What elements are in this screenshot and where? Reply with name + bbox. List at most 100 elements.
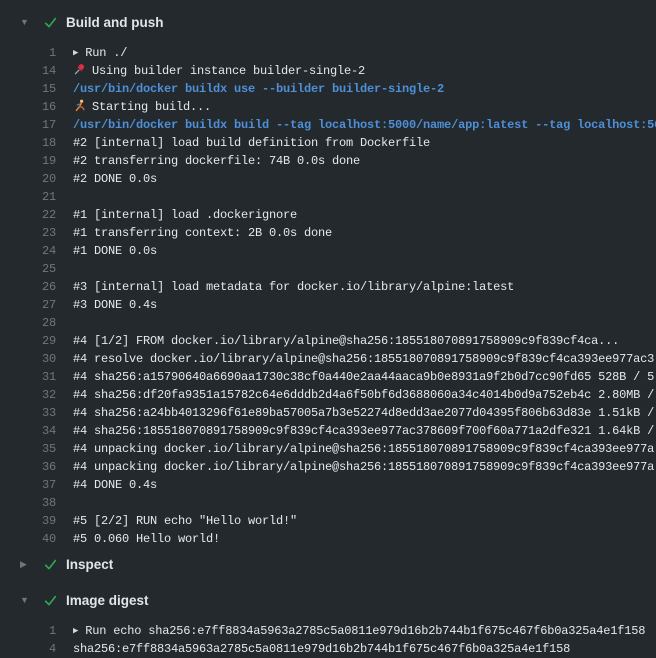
line-number[interactable]: 39 <box>0 512 56 530</box>
log-line[interactable]: 40#5 0.060 Hello world! <box>0 530 656 548</box>
log-text: #1 transferring context: 2B 0.0s done <box>73 224 656 242</box>
line-number[interactable]: 31 <box>0 368 56 386</box>
line-number[interactable]: 37 <box>0 476 56 494</box>
run-chevron-icon[interactable]: ▶ <box>73 44 78 62</box>
log-text: #2 [internal] load build definition from… <box>73 134 656 152</box>
log-line[interactable]: 17/usr/bin/docker buildx build --tag loc… <box>0 116 656 134</box>
log-text: #4 [1/2] FROM docker.io/library/alpine@s… <box>73 332 656 350</box>
line-number[interactable]: 35 <box>0 440 56 458</box>
line-number[interactable]: 20 <box>0 170 56 188</box>
line-number[interactable]: 26 <box>0 278 56 296</box>
line-number[interactable]: 23 <box>0 224 56 242</box>
line-number[interactable]: 30 <box>0 350 56 368</box>
log-line[interactable]: 28 <box>0 314 656 332</box>
line-number[interactable]: 32 <box>0 386 56 404</box>
log-line[interactable]: 29 #4 [1/2] FROM docker.io/library/alpine… <box>0 332 656 350</box>
log-line[interactable]: 1 ▶Run ./ <box>0 44 656 62</box>
log-line[interactable]: 16 Starting build... <box>0 98 656 116</box>
runner-icon <box>73 99 86 116</box>
log-line[interactable]: 34 #4 sha256:185518070891758909c9f839cf4c… <box>0 422 656 440</box>
section-header-image-digest[interactable]: ▼Image digest <box>0 588 656 612</box>
log-text: ▶Run ./ <box>73 44 656 62</box>
log-line[interactable]: 26 #3 [internal] load metadata for docker… <box>0 278 656 296</box>
log-line[interactable]: 32 #4 sha256:df20fa9351a15782c64e6dddb2d4… <box>0 386 656 404</box>
log-text: #3 [internal] load metadata for docker.i… <box>73 278 656 296</box>
line-number[interactable]: 21 <box>0 188 56 206</box>
log-line[interactable]: 14 Using builder instance builder-single-… <box>0 62 656 80</box>
log-text: sha256:e7ff8834a5963a2785c5a0811e979d16b… <box>73 640 656 658</box>
line-number[interactable]: 34 <box>0 422 56 440</box>
log-line[interactable]: 30#4 resolve docker.io/library/alpine@sh… <box>0 350 656 368</box>
log-text: Starting build... <box>73 98 656 116</box>
line-number[interactable]: 15 <box>0 80 56 98</box>
log-line[interactable]: 39 #5 [2/2] RUN echo "Hello world!" <box>0 512 656 530</box>
log-text: #2 DONE 0.0s <box>73 170 656 188</box>
line-number[interactable]: 4 <box>0 640 56 658</box>
line-number[interactable]: 1 <box>0 622 56 640</box>
line-number[interactable]: 16 <box>0 98 56 116</box>
log-text: #4 unpacking docker.io/library/alpine@sh… <box>73 440 656 458</box>
success-check-icon <box>42 14 58 30</box>
line-number[interactable]: 1 <box>0 44 56 62</box>
log-line[interactable]: 25 <box>0 260 656 278</box>
line-number[interactable]: 38 <box>0 494 56 512</box>
log-line[interactable]: 36#4 unpacking docker.io/library/alpine@… <box>0 458 656 476</box>
log-line[interactable]: 31 #4 sha256:a15790640a6690aa1730c38cf0a4… <box>0 368 656 386</box>
log-text: /usr/bin/docker buildx build --tag local… <box>73 116 656 134</box>
line-number[interactable]: 17 <box>0 116 56 134</box>
log-line[interactable]: 22 #1 [internal] load .dockerignore <box>0 206 656 224</box>
log-text: #1 [internal] load .dockerignore <box>73 206 656 224</box>
line-number[interactable]: 28 <box>0 314 56 332</box>
log-line[interactable]: 37 #4 DONE 0.4s <box>0 476 656 494</box>
log-text <box>73 494 656 512</box>
chevron-down-icon[interactable]: ▼ <box>20 588 32 612</box>
line-number[interactable]: 36 <box>0 458 56 476</box>
line-number[interactable]: 33 <box>0 404 56 422</box>
log-text: #5 [2/2] RUN echo "Hello world!" <box>73 512 656 530</box>
success-check-icon <box>42 556 58 572</box>
line-number[interactable]: 25 <box>0 260 56 278</box>
run-chevron-icon[interactable]: ▶ <box>73 622 78 640</box>
log-text: #2 transferring dockerfile: 74B 0.0s don… <box>73 152 656 170</box>
section-header-build-and-push[interactable]: ▼ Build and push <box>0 10 656 34</box>
log-line[interactable]: 18 #2 [internal] load build definition fr… <box>0 134 656 152</box>
log-line[interactable]: 1▶Run echo sha256:e7ff8834a5963a2785c5a0… <box>0 622 656 640</box>
chevron-down-icon[interactable]: ▼ <box>20 10 32 34</box>
log-text <box>73 188 656 206</box>
log-line[interactable]: 19 #2 transferring dockerfile: 74B 0.0s d… <box>0 152 656 170</box>
success-check-icon <box>42 592 58 608</box>
log-line[interactable]: 21 <box>0 188 656 206</box>
log-text: #4 sha256:df20fa9351a15782c64e6dddb2d4a6… <box>73 386 656 404</box>
log-line[interactable]: 24#1 DONE 0.0s <box>0 242 656 260</box>
line-number[interactable]: 19 <box>0 152 56 170</box>
line-number[interactable]: 40 <box>0 530 56 548</box>
section-inspect: ▶Inspect <box>0 552 656 576</box>
log-line[interactable]: 20 #2 DONE 0.0s <box>0 170 656 188</box>
log-text: #4 sha256:185518070891758909c9f839cf4ca3… <box>73 422 656 440</box>
line-number[interactable]: 18 <box>0 134 56 152</box>
section-image-digest: ▼Image digest1▶Run echo sha256:e7ff8834a… <box>0 588 656 658</box>
line-number[interactable]: 27 <box>0 296 56 314</box>
log-line[interactable]: 38 <box>0 494 656 512</box>
section-title: Build and push <box>66 15 164 30</box>
section-header-inspect[interactable]: ▶Inspect <box>0 552 656 576</box>
log-line[interactable]: 23 #1 transferring context: 2B 0.0s done <box>0 224 656 242</box>
log-text: #4 DONE 0.4s <box>73 476 656 494</box>
line-number[interactable]: 29 <box>0 332 56 350</box>
workflow-log: ▼Build and push1▶Run ./14Using builder i… <box>0 10 656 658</box>
log-text: /usr/bin/docker buildx use --builder bui… <box>73 80 656 98</box>
log-line[interactable]: 4 sha256:e7ff8834a5963a2785c5a0811e979d16… <box>0 640 656 658</box>
log-lines-build-and-push: 1 ▶Run ./ 14 Using builder instance builder… <box>0 44 656 548</box>
log-text: #4 sha256:a15790640a6690aa1730c38cf0a440… <box>73 368 656 386</box>
line-number[interactable]: 14 <box>0 62 56 80</box>
pushpin-icon <box>73 63 86 80</box>
log-line[interactable]: 15/usr/bin/docker buildx use --builder b… <box>0 80 656 98</box>
line-number[interactable]: 22 <box>0 206 56 224</box>
section-build-and-push: ▼ Build and push 1 ▶Run ./ 14 Using builder i… <box>0 10 656 548</box>
log-line[interactable]: 33#4 sha256:a24bb4013296f61e89ba57005a7b… <box>0 404 656 422</box>
log-line[interactable]: 35 #4 unpacking docker.io/library/alpine@… <box>0 440 656 458</box>
line-number[interactable]: 24 <box>0 242 56 260</box>
chevron-right-icon[interactable]: ▶ <box>20 552 32 576</box>
log-text: Using builder instance builder-single-2 <box>73 62 656 80</box>
log-line[interactable]: 27#3 DONE 0.4s <box>0 296 656 314</box>
